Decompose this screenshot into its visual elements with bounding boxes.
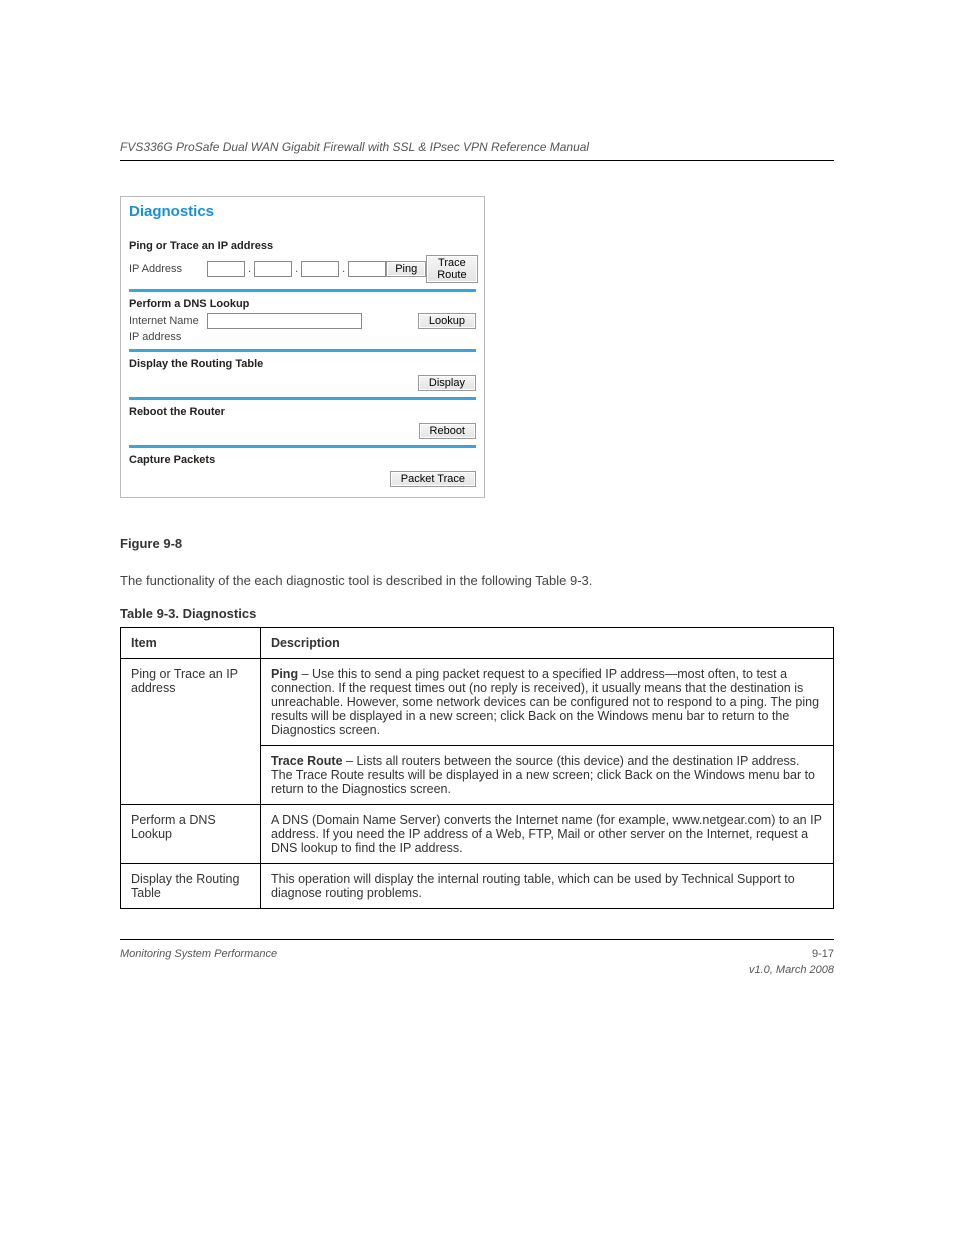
table-cell-item: Perform a DNS Lookup xyxy=(121,804,261,863)
diagnostics-title: Diagnostics xyxy=(129,203,476,220)
table-row: Display the Routing Table This operation… xyxy=(121,863,834,908)
table-header-desc: Description xyxy=(261,627,834,658)
diagnostics-panel: Diagnostics Ping or Trace an IP address … xyxy=(120,196,485,498)
ip-octet-4[interactable] xyxy=(348,261,386,277)
table-cell-item: Display the Routing Table xyxy=(121,863,261,908)
capture-heading: Capture Packets xyxy=(129,454,476,466)
ip-octet-3[interactable] xyxy=(301,261,339,277)
page-footer: Monitoring System Performance 9-17 v1.0,… xyxy=(120,939,834,976)
routing-heading: Display the Routing Table xyxy=(129,358,476,370)
figure-caption: Figure 9-8 xyxy=(120,536,834,551)
ping-section: Ping or Trace an IP address IP Address .… xyxy=(129,240,476,283)
page-header: FVS336G ProSafe Dual WAN Gigabit Firewal… xyxy=(120,140,834,161)
table-header-item: Item xyxy=(121,627,261,658)
ip-address-static-label: IP address xyxy=(129,331,207,343)
ip-address-label: IP Address xyxy=(129,263,207,275)
divider xyxy=(129,397,476,400)
reboot-section: Reboot the Router Reboot xyxy=(129,406,476,439)
divider xyxy=(129,349,476,352)
diagnostics-table: Item Description Ping or Trace an IP add… xyxy=(120,627,834,909)
dns-section: Perform a DNS Lookup Internet Name Looku… xyxy=(129,298,476,343)
ping-desc: – Use this to send a ping packet request… xyxy=(271,667,819,737)
routing-section: Display the Routing Table Display xyxy=(129,358,476,391)
body-paragraph: The functionality of the each diagnostic… xyxy=(120,571,834,592)
table-cell-item: Ping or Trace an IP address xyxy=(121,658,261,804)
lookup-button[interactable]: Lookup xyxy=(418,313,476,329)
table-header-row: Item Description xyxy=(121,627,834,658)
divider xyxy=(129,445,476,448)
divider xyxy=(129,289,476,292)
dot-icon: . xyxy=(245,263,254,275)
internet-name-input[interactable] xyxy=(207,313,362,329)
table-caption: Table 9-3. Diagnostics xyxy=(120,606,834,621)
trace-route-button[interactable]: Trace Route xyxy=(426,255,477,283)
packet-trace-button[interactable]: Packet Trace xyxy=(390,471,476,487)
dot-icon: . xyxy=(339,263,348,275)
table-cell-desc: Ping – Use this to send a ping packet re… xyxy=(261,658,834,745)
table-row: Perform a DNS Lookup A DNS (Domain Name … xyxy=(121,804,834,863)
capture-section: Capture Packets Packet Trace xyxy=(129,454,476,487)
ip-octet-2[interactable] xyxy=(254,261,292,277)
reboot-heading: Reboot the Router xyxy=(129,406,476,418)
ip-octet-1[interactable] xyxy=(207,261,245,277)
footer-left: Monitoring System Performance xyxy=(120,948,277,976)
table-row: Ping or Trace an IP address Ping – Use t… xyxy=(121,658,834,745)
table-cell-desc: This operation will display the internal… xyxy=(261,863,834,908)
ping-button[interactable]: Ping xyxy=(386,261,426,277)
dot-icon: . xyxy=(292,263,301,275)
table-cell-desc: Trace Route – Lists all routers between … xyxy=(261,745,834,804)
trace-label: Trace Route xyxy=(271,754,343,768)
display-button[interactable]: Display xyxy=(418,375,476,391)
dns-heading: Perform a DNS Lookup xyxy=(129,298,476,310)
header-left: FVS336G ProSafe Dual WAN Gigabit Firewal… xyxy=(120,140,589,154)
footer-page-number: 9-17 xyxy=(749,948,834,960)
table-cell-desc: A DNS (Domain Name Server) converts the … xyxy=(261,804,834,863)
trace-desc: – Lists all routers between the source (… xyxy=(271,754,815,796)
footer-date: v1.0, March 2008 xyxy=(749,964,834,976)
ping-heading: Ping or Trace an IP address xyxy=(129,240,476,252)
ping-label: Ping xyxy=(271,667,298,681)
internet-name-label: Internet Name xyxy=(129,315,207,327)
reboot-button[interactable]: Reboot xyxy=(419,423,476,439)
